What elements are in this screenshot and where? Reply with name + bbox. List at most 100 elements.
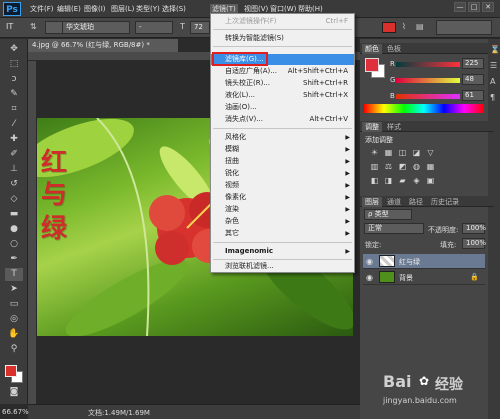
color-spectrum-bar[interactable] bbox=[364, 104, 484, 113]
orientation-icon[interactable]: ⇅ bbox=[30, 22, 37, 31]
zoom-tool-icon[interactable]: ⚲ bbox=[5, 343, 23, 356]
slider-r[interactable] bbox=[396, 62, 460, 67]
menu-file[interactable]: 文件(F) bbox=[30, 4, 54, 15]
blur-tool-icon[interactable]: ● bbox=[5, 223, 23, 236]
menu-image[interactable]: 图像(I) bbox=[84, 4, 106, 15]
invert-icon[interactable]: ◧ bbox=[370, 176, 379, 185]
brightness-icon[interactable]: ☀ bbox=[370, 148, 379, 157]
photo-filter-icon[interactable]: ◍ bbox=[412, 162, 421, 171]
menu-item-convert-smart-filter[interactable]: 转换为智能滤镜(S) bbox=[211, 33, 354, 44]
clone-stamp-tool-icon[interactable]: ⊥ bbox=[5, 163, 23, 176]
color-foreground[interactable] bbox=[365, 58, 379, 72]
properties-icon[interactable]: ☰ bbox=[490, 61, 497, 70]
shape-tool-icon[interactable]: ▭ bbox=[5, 298, 23, 311]
quick-mask-icon[interactable]: ◙ bbox=[5, 386, 23, 399]
foreground-color-swatch[interactable] bbox=[5, 365, 17, 377]
tab-adjustments[interactable]: 调整 bbox=[362, 122, 382, 132]
move-tool-icon[interactable]: ✥ bbox=[5, 43, 23, 56]
vertical-ruler[interactable] bbox=[28, 61, 37, 404]
zoom-level[interactable]: 66.67% bbox=[2, 408, 29, 416]
eraser-tool-icon[interactable]: ◇ bbox=[5, 193, 23, 206]
menu-item-video[interactable]: 视频 ▶ bbox=[211, 180, 354, 191]
menu-item-render[interactable]: 渲染 ▶ bbox=[211, 204, 354, 215]
menu-item-distort[interactable]: 扭曲 ▶ bbox=[211, 156, 354, 167]
selective-color-icon[interactable]: ◈ bbox=[412, 176, 421, 185]
font-style-select[interactable]: - bbox=[135, 21, 173, 34]
3d-tool-icon[interactable]: ◎ bbox=[5, 313, 23, 326]
menu-item-liquify[interactable]: 液化(L)... Shift+Ctrl+X bbox=[211, 90, 354, 101]
crop-tool-icon[interactable]: ⌗ bbox=[5, 103, 23, 116]
marquee-tool-icon[interactable]: ⬚ bbox=[5, 58, 23, 71]
workspace-switcher[interactable] bbox=[436, 20, 492, 35]
slider-b[interactable] bbox=[396, 94, 460, 99]
character-panel-icon[interactable]: ▤ bbox=[416, 22, 424, 31]
history-icon[interactable]: ⌛ bbox=[490, 45, 500, 54]
tab-swatches[interactable]: 色板 bbox=[384, 44, 404, 54]
menu-item-sharpen[interactable]: 锐化 ▶ bbox=[211, 168, 354, 179]
menu-layer[interactable]: 图层(L) bbox=[111, 4, 134, 15]
dodge-tool-icon[interactable]: ○ bbox=[5, 238, 23, 251]
posterize-icon[interactable]: ◨ bbox=[384, 176, 393, 185]
fill-field[interactable]: 100% bbox=[462, 238, 486, 249]
hand-tool-icon[interactable]: ✋ bbox=[5, 328, 23, 341]
type-tool-icon[interactable]: IT bbox=[6, 22, 13, 31]
tab-layers[interactable]: 图层 bbox=[362, 197, 382, 207]
visibility-eye-icon[interactable]: ◉ bbox=[366, 257, 373, 266]
menu-item-lens-correction[interactable]: 镜头校正(R)... Shift+Ctrl+R bbox=[211, 78, 354, 89]
lasso-tool-icon[interactable]: ↄ bbox=[5, 73, 23, 86]
minimize-button[interactable]: — bbox=[454, 2, 466, 12]
slider-g[interactable] bbox=[396, 78, 460, 83]
maximize-button[interactable]: □ bbox=[468, 2, 480, 12]
blend-mode-select[interactable]: 正常 bbox=[364, 223, 424, 234]
menu-item-oil-paint[interactable]: 油画(O)... bbox=[211, 102, 354, 113]
menu-item-vanishing-point[interactable]: 消失点(V)... Alt+Ctrl+V bbox=[211, 114, 354, 125]
type-tool-icon[interactable]: T bbox=[5, 268, 23, 281]
value-g[interactable]: 48 bbox=[462, 74, 484, 85]
value-b[interactable]: 61 bbox=[462, 90, 484, 101]
layer-filter-select[interactable]: ρ 类型 bbox=[364, 209, 412, 220]
document-size-info[interactable]: 文档:1.49M/1.69M bbox=[88, 408, 150, 418]
gradient-map-icon[interactable]: ▣ bbox=[426, 176, 435, 185]
eyedropper-tool-icon[interactable]: ⁄ bbox=[5, 118, 23, 131]
menu-select[interactable]: 选择(S) bbox=[162, 4, 186, 15]
layer-name-background[interactable]: 背景 bbox=[399, 273, 413, 283]
hue-saturation-icon[interactable]: ▥ bbox=[370, 162, 379, 171]
levels-icon[interactable]: ▦ bbox=[384, 148, 393, 157]
menu-item-pixelate[interactable]: 像素化 ▶ bbox=[211, 192, 354, 203]
layer-row-background[interactable]: ◉ 背景 🔒 bbox=[363, 270, 485, 285]
curves-icon[interactable]: ◫ bbox=[398, 148, 407, 157]
menu-item-imagenomic[interactable]: Imagenomic ▶ bbox=[211, 246, 354, 257]
tab-history[interactable]: 历史记录 bbox=[428, 197, 462, 207]
document-tab[interactable]: 4.jpg @ 66.7% (红与绿, RGB/8#) * bbox=[28, 39, 178, 52]
character-icon[interactable]: A bbox=[490, 77, 495, 86]
menu-item-blur[interactable]: 模糊 ▶ bbox=[211, 144, 354, 155]
pen-tool-icon[interactable]: ✒ bbox=[5, 253, 23, 266]
brush-tool-icon[interactable]: ✐ bbox=[5, 148, 23, 161]
menu-item-browse-online-filters[interactable]: 浏览联机滤镜... bbox=[211, 261, 354, 272]
threshold-icon[interactable]: ▰ bbox=[398, 176, 407, 185]
font-size-field[interactable]: 72 bbox=[190, 21, 210, 34]
font-family-select[interactable]: 华文琥珀 bbox=[62, 21, 130, 34]
layer-name-text[interactable]: 红与绿 bbox=[399, 257, 420, 267]
menu-edit[interactable]: 编辑(E) bbox=[57, 4, 81, 15]
path-select-tool-icon[interactable]: ➤ bbox=[5, 283, 23, 296]
warp-text-icon[interactable]: ⌇ bbox=[402, 22, 406, 31]
paragraph-icon[interactable]: ¶ bbox=[490, 93, 495, 102]
black-white-icon[interactable]: ◩ bbox=[398, 162, 407, 171]
tab-styles[interactable]: 样式 bbox=[384, 122, 404, 132]
opacity-field[interactable]: 100% bbox=[462, 223, 486, 234]
value-r[interactable]: 225 bbox=[462, 58, 484, 69]
visibility-eye-icon[interactable]: ◉ bbox=[366, 273, 373, 282]
exposure-icon[interactable]: ◪ bbox=[412, 148, 421, 157]
vibrance-icon[interactable]: ▽ bbox=[426, 148, 435, 157]
gradient-tool-icon[interactable]: ▬ bbox=[5, 208, 23, 221]
menu-type[interactable]: 类型(Y) bbox=[136, 4, 160, 15]
menu-item-other[interactable]: 其它 ▶ bbox=[211, 228, 354, 239]
layer-row-text[interactable]: ◉ 红与绿 bbox=[363, 254, 485, 269]
text-color-swatch[interactable] bbox=[382, 22, 396, 33]
channel-mixer-icon[interactable]: ▦ bbox=[426, 162, 435, 171]
tab-channels[interactable]: 通道 bbox=[384, 197, 404, 207]
tab-color[interactable]: 颜色 bbox=[362, 44, 382, 54]
tab-paths[interactable]: 路径 bbox=[406, 197, 426, 207]
close-button[interactable]: ✕ bbox=[482, 2, 494, 12]
